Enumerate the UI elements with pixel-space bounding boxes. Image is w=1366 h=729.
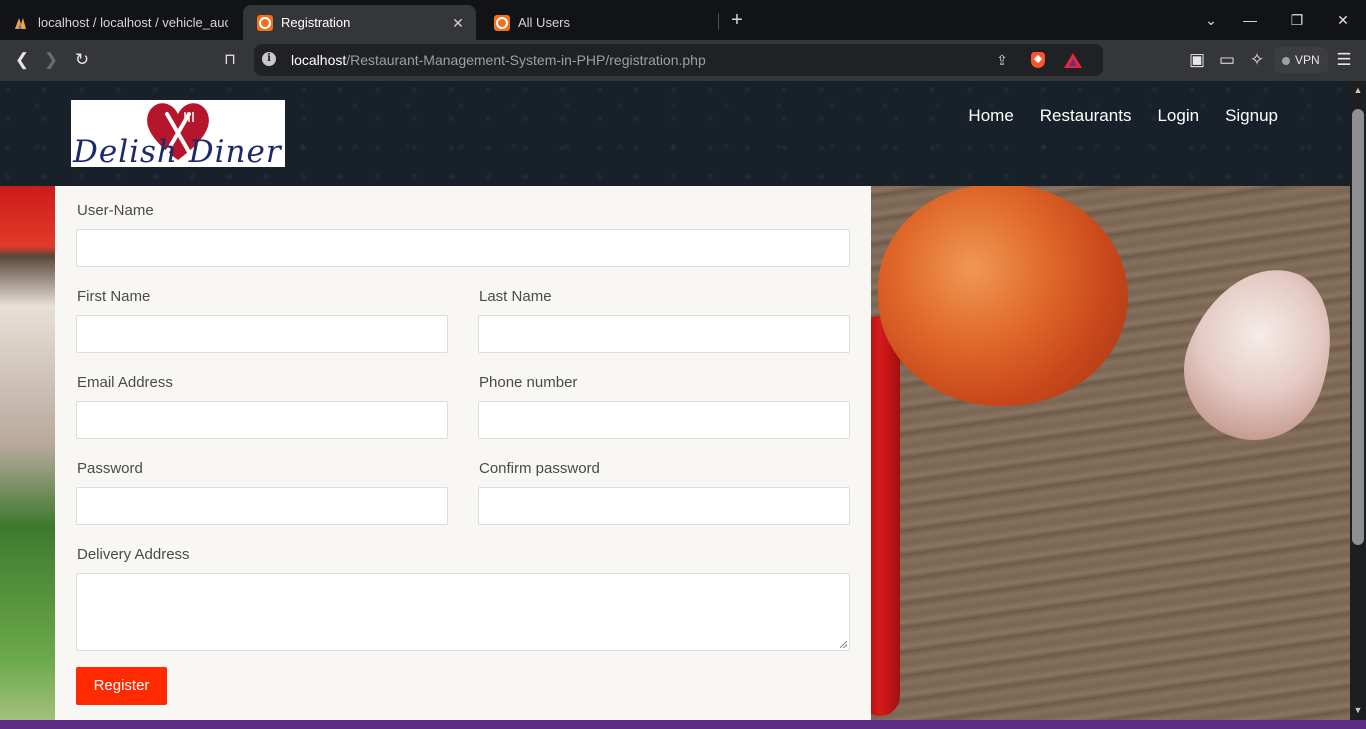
- lastname-label: Last Name: [479, 288, 552, 305]
- sidebar-icon[interactable]: ▣: [1187, 50, 1207, 70]
- confirm-password-input[interactable]: [478, 487, 850, 525]
- close-tab-icon[interactable]: ✕: [450, 15, 466, 31]
- os-taskbar: [0, 720, 1366, 729]
- scroll-down-icon[interactable]: ▼: [1353, 705, 1363, 715]
- register-button[interactable]: Register: [76, 667, 167, 705]
- xampp-icon: [494, 14, 510, 31]
- xampp-icon: [257, 14, 273, 31]
- phone-label: Phone number: [479, 374, 578, 391]
- leo-ai-icon[interactable]: ✧: [1247, 50, 1267, 70]
- onion: [878, 184, 1128, 406]
- nav-home[interactable]: Home: [968, 106, 1013, 126]
- nav-login[interactable]: Login: [1157, 106, 1199, 126]
- scroll-up-icon[interactable]: ▲: [1353, 85, 1363, 95]
- tab-separator: [718, 13, 719, 30]
- nav-restaurants[interactable]: Restaurants: [1040, 106, 1132, 126]
- forward-icon[interactable]: ❯: [41, 50, 61, 70]
- tab-registration[interactable]: Registration ✕: [243, 5, 476, 40]
- url-path: /Restaurant-Management-System-in-PHP/reg…: [346, 52, 706, 68]
- scrollbar-thumb[interactable]: [1352, 109, 1364, 545]
- url-host: localhost: [291, 52, 347, 68]
- site-logo[interactable]: Delish Diner: [71, 100, 285, 167]
- firstname-label: First Name: [77, 288, 151, 305]
- page-viewport: Delish Diner Home Restaurants Login Sign…: [0, 81, 1350, 720]
- menu-icon[interactable]: ☰: [1334, 50, 1354, 70]
- tab-strip: localhost / localhost / vehicle_auctio R…: [0, 0, 1366, 40]
- password-input[interactable]: [76, 487, 448, 525]
- vpn-status-icon: [1282, 57, 1290, 65]
- tab-phpmyadmin[interactable]: localhost / localhost / vehicle_auctio: [0, 5, 238, 40]
- address-textarea[interactable]: [76, 573, 850, 651]
- confirm-password-label: Confirm password: [479, 460, 600, 477]
- vpn-label: VPN: [1295, 53, 1320, 67]
- delish-diner-logo: Delish Diner: [72, 103, 283, 167]
- svg-text:Delish Diner: Delish Diner: [72, 134, 283, 167]
- tab-title: All Users: [518, 15, 571, 30]
- back-icon[interactable]: ❮: [12, 50, 32, 70]
- lastname-input[interactable]: [478, 315, 850, 353]
- brave-rewards-icon[interactable]: [1064, 53, 1082, 68]
- close-window-icon[interactable]: ✕: [1333, 10, 1353, 30]
- bookmark-icon[interactable]: ⊓: [220, 50, 240, 70]
- tab-search-icon[interactable]: ⌄: [1201, 10, 1221, 30]
- site-header: Delish Diner Home Restaurants Login Sign…: [0, 81, 1350, 186]
- vegetables-left: [0, 186, 60, 720]
- url-text[interactable]: localhost/Restaurant-Management-System-i…: [291, 52, 706, 68]
- share-icon[interactable]: ⇪: [993, 51, 1011, 69]
- site-info-icon[interactable]: i: [262, 52, 276, 66]
- reload-icon[interactable]: ↻: [72, 50, 92, 70]
- minimize-icon[interactable]: —: [1240, 10, 1260, 30]
- page-scrollbar[interactable]: ▲ ▼: [1350, 81, 1366, 720]
- main-nav: Home Restaurants Login Signup: [968, 106, 1278, 126]
- address-bar[interactable]: i localhost/Restaurant-Management-System…: [254, 44, 1103, 76]
- new-tab-icon[interactable]: +: [727, 10, 747, 30]
- tab-title: Registration: [281, 15, 351, 30]
- restore-icon[interactable]: ❐: [1287, 10, 1307, 30]
- tab-all-users[interactable]: All Users: [480, 5, 715, 40]
- browser-toolbar: ❮ ❯ ↻ ⊓ i localhost/Restaurant-Managemen…: [0, 40, 1366, 81]
- username-label: User-Name: [77, 202, 154, 219]
- phpmyadmin-icon: [14, 15, 30, 31]
- username-input[interactable]: [76, 229, 850, 267]
- wallet-icon[interactable]: ▭: [1217, 50, 1237, 70]
- firstname-input[interactable]: [76, 315, 448, 353]
- email-label: Email Address: [77, 374, 173, 391]
- nav-signup[interactable]: Signup: [1225, 106, 1278, 126]
- tab-title: localhost / localhost / vehicle_auctio: [38, 15, 228, 30]
- phone-input[interactable]: [478, 401, 850, 439]
- email-input[interactable]: [76, 401, 448, 439]
- password-label: Password: [77, 460, 143, 477]
- registration-form: User-Name First Name Last Name Email Add…: [55, 186, 871, 720]
- vpn-button[interactable]: VPN: [1274, 47, 1328, 73]
- brave-shields-icon[interactable]: [1031, 52, 1045, 68]
- address-label: Delivery Address: [77, 546, 190, 563]
